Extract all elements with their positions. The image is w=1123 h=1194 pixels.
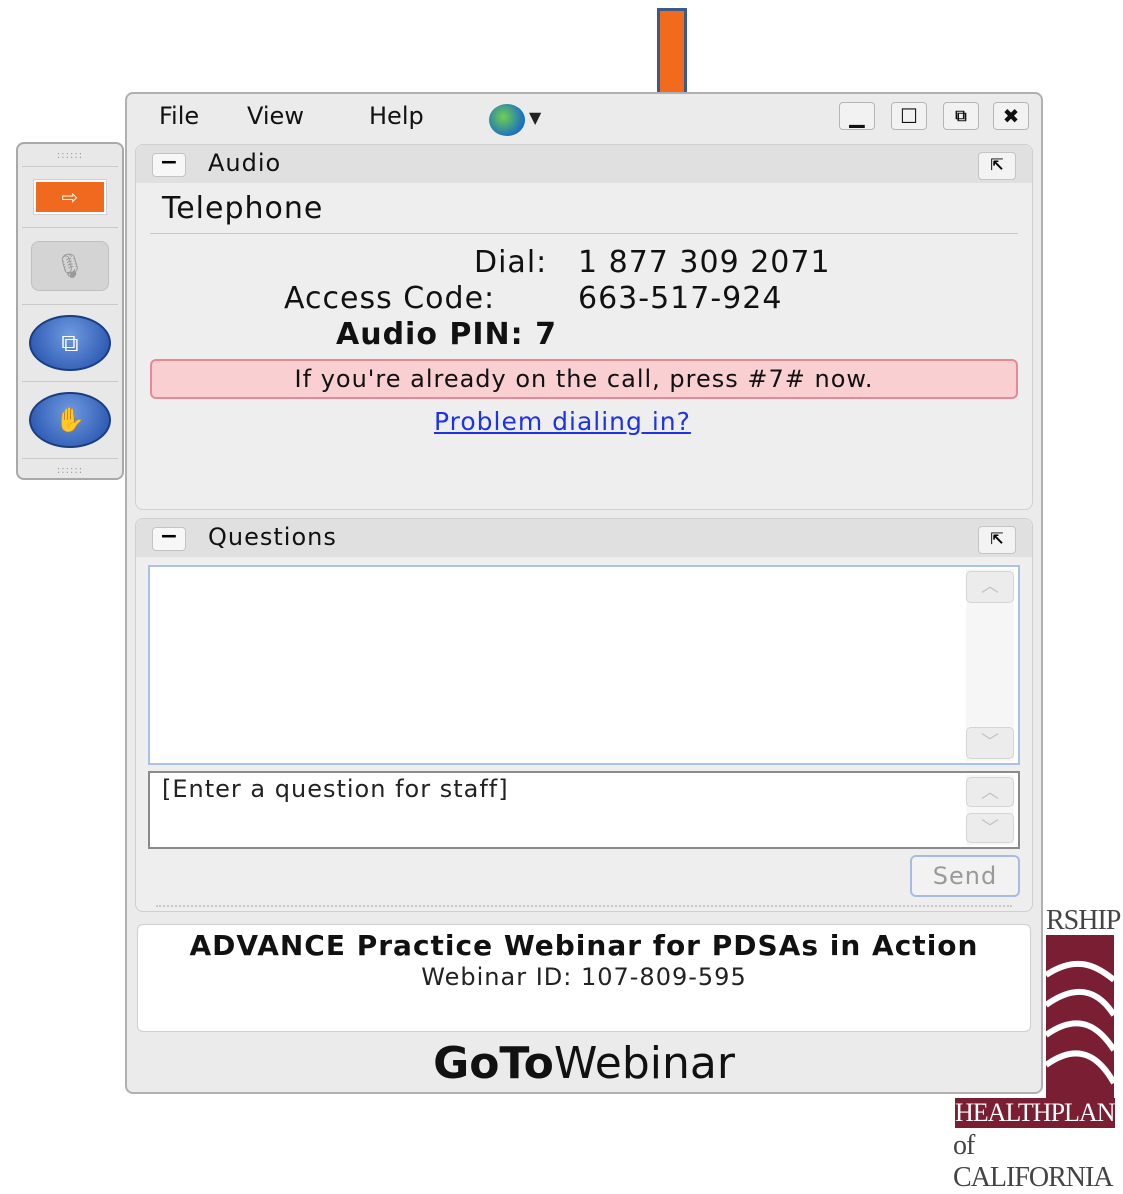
questions-log-scrollbar[interactable]: ︿ ﹀ <box>966 569 1014 761</box>
minimize-button[interactable]: ▁ <box>839 102 875 130</box>
webinar-info: ADVANCE Practice Webinar for PDSAs in Ac… <box>137 924 1031 1032</box>
access-code-label: Access Code: <box>284 281 496 316</box>
audio-pin: Audio PIN: 7 <box>336 317 557 352</box>
menu-view[interactable]: View <box>247 102 304 130</box>
restore-button[interactable]: ⧉ <box>943 102 979 130</box>
logo-text-middle: HEALTHPLAN <box>955 1098 1115 1128</box>
webinar-id: Webinar ID: 107-809-595 <box>421 963 747 991</box>
question-input[interactable]: [Enter a question for staff] ︿ ﹀ <box>148 771 1020 849</box>
toolbar-grip-top[interactable]: :::::: <box>18 144 122 166</box>
webinar-window: File View Help ▼ ▁ ☐ ⧉ ✖ − Audio ⇱ Telep… <box>125 92 1043 1094</box>
audio-collapse-button[interactable]: − <box>152 152 186 177</box>
dial-label: Dial: <box>474 245 548 280</box>
logo-text-bottom: of CALIFORNIA <box>953 1130 1114 1193</box>
menu-bar: File View Help ▼ ▁ ☐ ⧉ ✖ <box>127 94 1041 144</box>
scroll-up-icon[interactable]: ︿ <box>966 571 1014 603</box>
question-input-text: [Enter a question for staff] <box>162 775 509 803</box>
questions-collapse-button[interactable]: − <box>152 526 186 551</box>
logo-text-top: RSHIP <box>1046 905 1121 936</box>
questions-popout-button[interactable]: ⇱ <box>978 526 1016 554</box>
audio-panel-header: − Audio ⇱ <box>136 145 1032 183</box>
brand-light: Webinar <box>553 1038 735 1089</box>
divider <box>150 233 1018 234</box>
problem-dialing-link[interactable]: Problem dialing in? <box>434 407 691 436</box>
close-button[interactable]: ✖ <box>993 102 1029 130</box>
menu-help[interactable]: Help <box>369 102 424 130</box>
audio-popout-button[interactable]: ⇱ <box>978 152 1016 180</box>
access-code-value: 663-517-924 <box>578 281 783 316</box>
control-toolbar: :::::: ⇨ 🎙 ⧉ ✋ :::::: <box>16 142 124 480</box>
arrow-right-icon[interactable]: ⇨ <box>34 180 106 214</box>
raise-hand-icon[interactable]: ✋ <box>29 392 111 448</box>
audio-panel-title: Audio <box>208 149 282 177</box>
brand-bold: GoTo <box>433 1038 554 1089</box>
audio-panel: − Audio ⇱ Telephone Dial: 1 877 309 2071… <box>135 144 1033 510</box>
question-input-scrollbar[interactable]: ︿ ﹀ <box>966 775 1014 845</box>
dial-number: 1 877 309 2071 <box>578 245 831 280</box>
gotowebinar-logo: GoToWebinar <box>127 1038 1041 1089</box>
scroll-down-icon[interactable]: ﹀ <box>966 813 1014 843</box>
send-button[interactable]: Send <box>910 855 1020 897</box>
questions-panel-title: Questions <box>208 523 337 551</box>
questions-panel: − Questions ⇱ ︿ ﹀ [Enter a question for … <box>135 518 1033 912</box>
maximize-button[interactable]: ☐ <box>891 102 927 130</box>
logo-graphic <box>1046 935 1114 1100</box>
menu-file[interactable]: File <box>159 102 199 130</box>
toolbar-grip-bottom[interactable]: :::::: <box>18 459 122 481</box>
webinar-title: ADVANCE Practice Webinar for PDSAs in Ac… <box>189 929 979 962</box>
scroll-up-icon[interactable]: ︿ <box>966 777 1014 807</box>
scroll-down-icon[interactable]: ﹀ <box>966 727 1014 759</box>
divider <box>156 905 1012 907</box>
chevron-down-icon[interactable]: ▼ <box>529 108 541 127</box>
screen-share-icon[interactable]: ⧉ <box>29 315 111 371</box>
questions-panel-header: − Questions ⇱ <box>136 519 1032 557</box>
microphone-icon[interactable]: 🎙 <box>31 241 109 291</box>
globe-icon[interactable] <box>489 104 525 136</box>
telephone-label: Telephone <box>162 191 324 226</box>
questions-log[interactable]: ︿ ﹀ <box>148 565 1020 765</box>
already-on-call-alert: If you're already on the call, press #7#… <box>150 359 1018 399</box>
